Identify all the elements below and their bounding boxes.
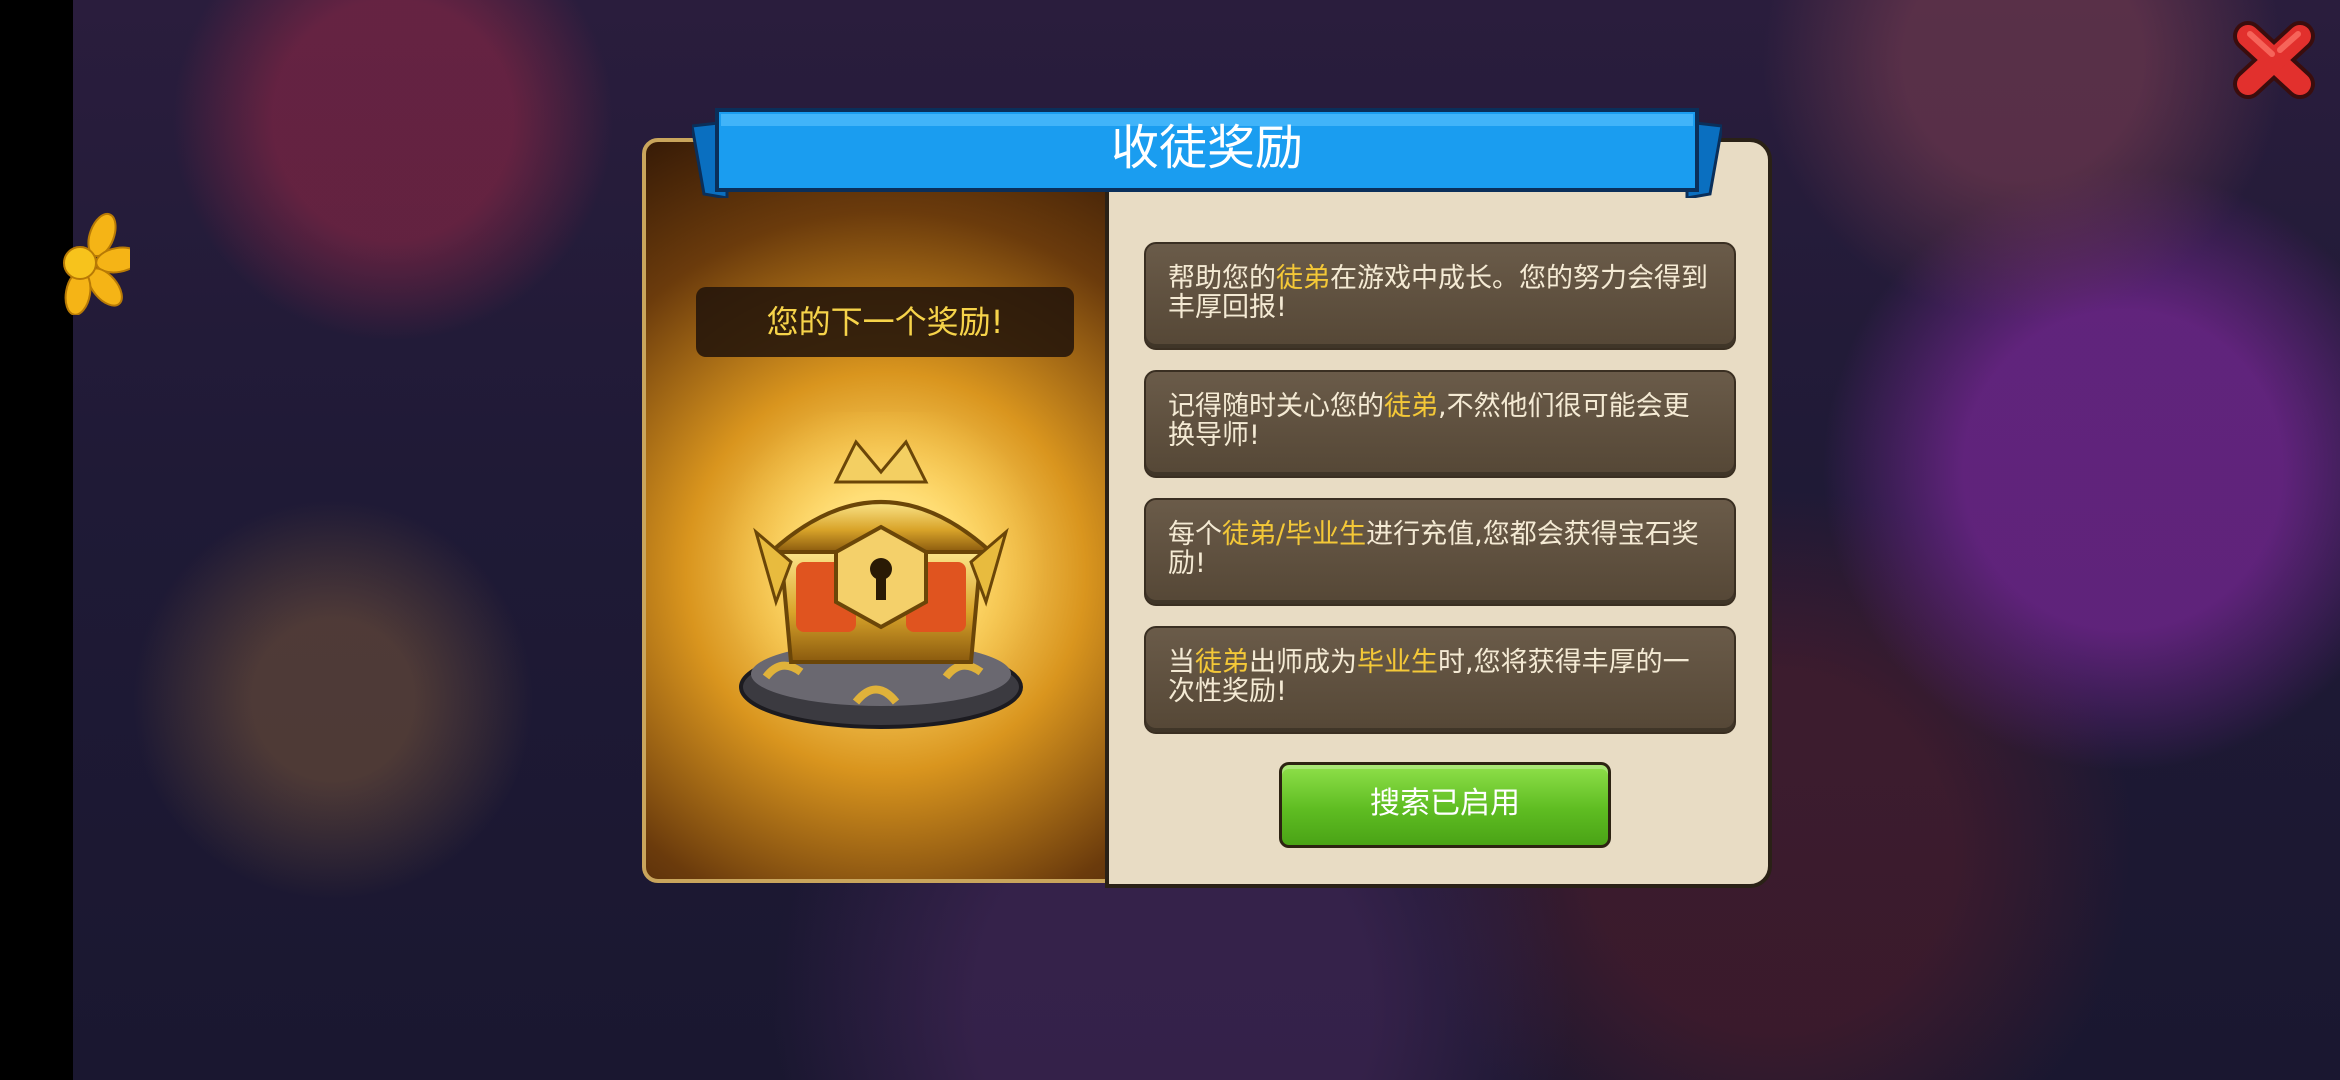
- info-box-1: 帮助您的徒弟在游戏中成长。您的努力会得到丰厚回报!: [1144, 242, 1736, 350]
- info-text: 出师成为: [1249, 647, 1357, 678]
- close-icon[interactable]: [2228, 20, 2320, 100]
- apprentice-reward-dialog: 您的下一个奖励! 帮助您的徒弟在游戏中成长。您的努力会得到丰厚回报! 记得随时关…: [640, 108, 1772, 888]
- highlight-graduate: 毕业生: [1357, 647, 1438, 678]
- highlight-apprentice: 徒弟: [1195, 647, 1249, 678]
- highlight-apprentice: 徒弟: [1384, 391, 1438, 422]
- dialog-title: 收徒奖励: [1110, 120, 1303, 176]
- golden-treasure-chest-icon: [716, 412, 1046, 729]
- info-text: 每个: [1168, 519, 1222, 550]
- highlight-apprentice-graduate: 徒弟/毕业生: [1222, 519, 1367, 550]
- left-black-bar: [0, 0, 73, 1080]
- info-panel: 帮助您的徒弟在游戏中成长。您的努力会得到丰厚回报! 记得随时关心您的徒弟,不然他…: [1105, 138, 1772, 888]
- info-text: 记得随时关心您的: [1168, 391, 1384, 422]
- highlight-apprentice: 徒弟: [1276, 263, 1330, 294]
- info-box-4: 当徒弟出师成为毕业生时,您将获得丰厚的一次性奖励!: [1144, 626, 1736, 734]
- info-text: 当: [1168, 647, 1195, 678]
- search-enabled-button[interactable]: 搜索已启用: [1279, 762, 1611, 848]
- info-box-2: 记得随时关心您的徒弟,不然他们很可能会更换导师!: [1144, 370, 1736, 478]
- info-box-3: 每个徒弟/毕业生进行充值,您都会获得宝石奖励!: [1144, 498, 1736, 606]
- flower-icon[interactable]: [50, 205, 130, 315]
- info-text: 帮助您的: [1168, 263, 1276, 294]
- reward-preview-panel: 您的下一个奖励!: [642, 138, 1112, 883]
- next-reward-label: 您的下一个奖励!: [696, 287, 1074, 357]
